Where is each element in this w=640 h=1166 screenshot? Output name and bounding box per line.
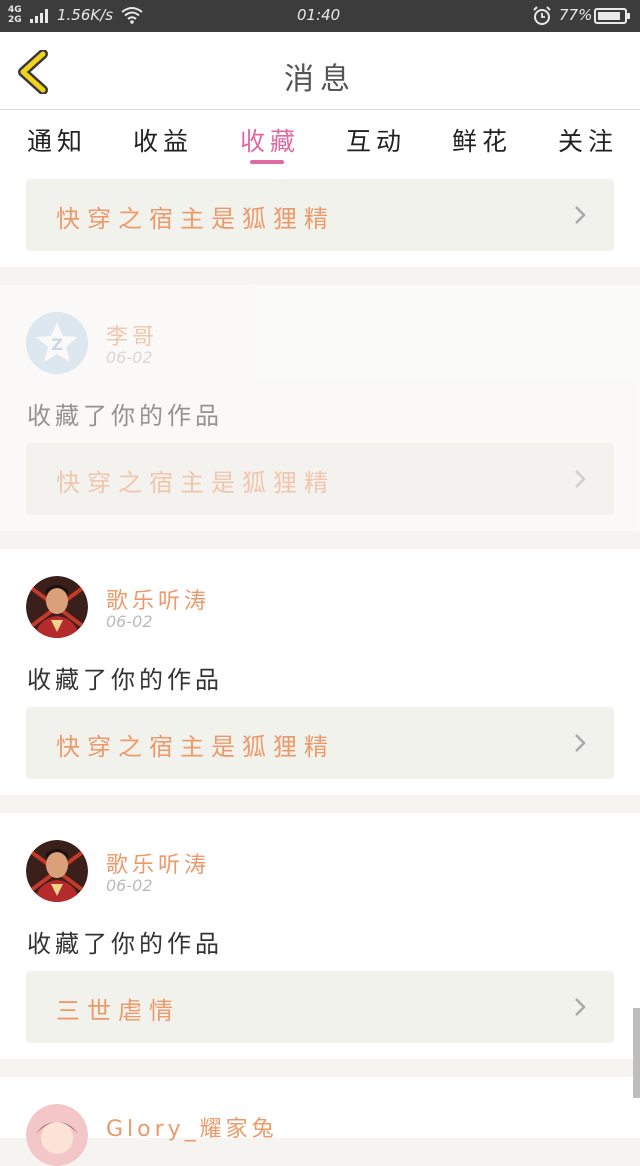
wifi-icon bbox=[121, 7, 143, 24]
default-avatar-icon: Z bbox=[26, 312, 88, 374]
user-avatar[interactable] bbox=[26, 1104, 88, 1166]
tab-bar: 通知 收益 收藏 互动 鲜花 关注 bbox=[0, 110, 640, 168]
battery-icon bbox=[594, 8, 630, 24]
action-text: 收藏了你的作品 bbox=[27, 666, 223, 694]
page-title: 消息 bbox=[284, 62, 356, 97]
user-name[interactable]: Glory_耀家兔 bbox=[106, 1111, 278, 1143]
battery-percent: 77% bbox=[559, 6, 593, 24]
user-avatar[interactable] bbox=[26, 576, 88, 638]
user-name[interactable]: 歌乐听涛 bbox=[106, 847, 210, 879]
list-item[interactable]: Z 李哥 06-02 收藏了你的作品 快穿之宿主是狐狸精 bbox=[0, 285, 640, 531]
chevron-right-icon bbox=[575, 734, 586, 752]
work-link[interactable]: 快穿之宿主是狐狸精 bbox=[26, 179, 614, 251]
item-date: 06-02 bbox=[106, 612, 153, 631]
list-item: 快穿之宿主是狐狸精 bbox=[0, 168, 640, 267]
tab-following[interactable]: 关注 bbox=[558, 122, 618, 158]
status-bar: 4G 2G 1.56K/s 01:40 77% bbox=[0, 0, 640, 32]
tab-flowers[interactable]: 鲜花 bbox=[452, 122, 512, 158]
chevron-right-icon bbox=[575, 470, 586, 488]
item-date: 06-02 bbox=[106, 876, 153, 895]
work-link[interactable]: 快穿之宿主是狐狸精 bbox=[26, 443, 614, 515]
user-avatar[interactable] bbox=[26, 840, 88, 902]
network-type: 4G 2G bbox=[8, 5, 22, 25]
user-name[interactable]: 歌乐听涛 bbox=[106, 583, 210, 615]
clock: 01:40 bbox=[297, 6, 341, 24]
tab-favorites[interactable]: 收藏 bbox=[240, 122, 300, 158]
alarm-icon bbox=[533, 6, 551, 25]
work-title: 三世虐情 bbox=[56, 997, 180, 1025]
list-item[interactable]: 歌乐听涛 06-02 收藏了你的作品 快穿之宿主是狐狸精 bbox=[0, 549, 640, 795]
svg-text:Z: Z bbox=[51, 335, 63, 354]
tab-notifications[interactable]: 通知 bbox=[27, 122, 87, 158]
scrollbar[interactable] bbox=[633, 1008, 640, 1098]
list-item[interactable]: Glory_耀家兔 bbox=[0, 1077, 640, 1166]
item-date: 06-02 bbox=[106, 348, 153, 367]
action-text: 收藏了你的作品 bbox=[27, 402, 223, 430]
signal-icon bbox=[30, 9, 48, 23]
work-title: 快穿之宿主是狐狸精 bbox=[56, 205, 335, 233]
app-header: 消息 bbox=[0, 32, 640, 110]
tab-earnings[interactable]: 收益 bbox=[133, 122, 193, 158]
action-text: 收藏了你的作品 bbox=[27, 930, 223, 958]
chevron-right-icon bbox=[575, 206, 586, 224]
work-link[interactable]: 三世虐情 bbox=[26, 971, 614, 1043]
user-name[interactable]: 李哥 bbox=[106, 319, 158, 351]
work-title: 快穿之宿主是狐狸精 bbox=[56, 469, 335, 497]
active-tab-indicator bbox=[250, 160, 284, 164]
work-title: 快穿之宿主是狐狸精 bbox=[56, 733, 335, 761]
list-item[interactable]: 歌乐听涛 06-02 收藏了你的作品 三世虐情 bbox=[0, 813, 640, 1059]
network-speed: 1.56K/s bbox=[57, 6, 114, 24]
work-link[interactable]: 快穿之宿主是狐狸精 bbox=[26, 707, 614, 779]
tab-interactions[interactable]: 互动 bbox=[346, 122, 406, 158]
chevron-right-icon bbox=[575, 998, 586, 1016]
